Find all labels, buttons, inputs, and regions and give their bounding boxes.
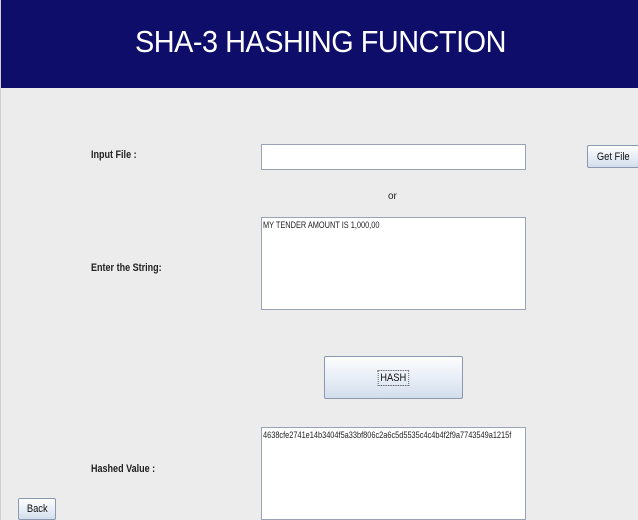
back-button[interactable]: Back: [18, 498, 56, 520]
hashed-value-area[interactable]: 4638cfe2741e14b3404f5a33bf806c2a6c5d5535…: [261, 427, 526, 520]
input-file-field[interactable]: [261, 144, 526, 170]
string-input-area[interactable]: MY TENDER AMOUNT IS 1,000,00: [261, 217, 526, 310]
get-file-button[interactable]: Get File: [587, 145, 638, 168]
input-file-label: Input File :: [91, 149, 137, 161]
string-label: Enter the String:: [91, 262, 162, 274]
hash-button[interactable]: HASH: [324, 356, 463, 399]
app-window: SHA-3 HASHING FUNCTION Input File : Get …: [0, 0, 638, 520]
title-banner: SHA-3 HASHING FUNCTION: [1, 0, 638, 88]
page-title: SHA-3 HASHING FUNCTION: [134, 24, 506, 59]
or-separator: or: [388, 191, 397, 202]
hashed-value-label: Hashed Value :: [91, 463, 156, 475]
